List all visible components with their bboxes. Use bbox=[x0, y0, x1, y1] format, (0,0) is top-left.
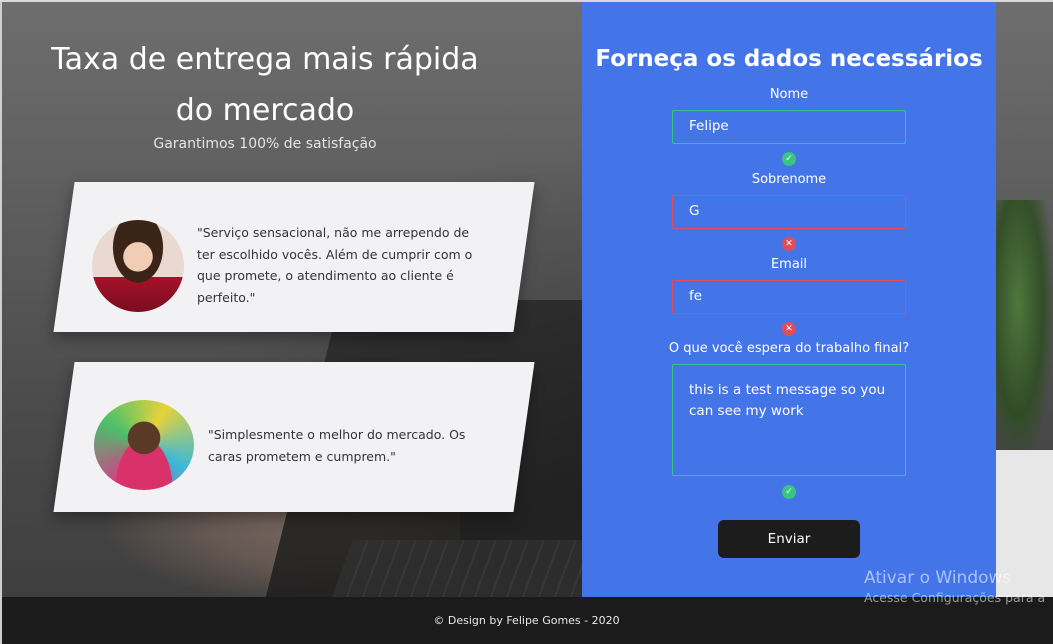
windows-activation-watermark: Ativar o Windows Acesse Configurações pa… bbox=[864, 568, 1045, 605]
footer-credit: © Design by Felipe Gomes - 2020 bbox=[433, 614, 620, 627]
last-name-input[interactable]: G bbox=[672, 195, 906, 229]
x-circle-icon: ✕ bbox=[782, 322, 796, 336]
expectation-label: O que você espera do trabalho final? bbox=[668, 341, 910, 356]
testimonial-card: "Simplesmente o melhor do mercado. Os ca… bbox=[53, 362, 535, 512]
form-title: Forneça os dados necessários bbox=[595, 46, 983, 72]
check-circle-icon: ✓ bbox=[782, 152, 796, 166]
watermark-subtitle: Acesse Configurações para a bbox=[864, 590, 1046, 605]
testimonial-card: "Serviço sensacional, não me arrependo d… bbox=[53, 182, 535, 332]
check-circle-icon: ✓ bbox=[782, 485, 796, 499]
first-name-label: Nome bbox=[769, 87, 809, 102]
window-border bbox=[0, 0, 1053, 2]
testimonial-quote: "Serviço sensacional, não me arrependo d… bbox=[197, 225, 473, 305]
first-name-input[interactable]: Felipe bbox=[672, 110, 906, 144]
avatar bbox=[92, 220, 184, 312]
email-input[interactable]: fe bbox=[672, 280, 906, 314]
hero-title: Taxa de entrega mais rápida do mercado bbox=[51, 42, 479, 128]
window-border bbox=[0, 0, 2, 644]
expectation-textarea[interactable]: this is a test message so you can see my… bbox=[672, 364, 906, 476]
email-label: Email bbox=[770, 257, 808, 272]
hero-subtitle: Garantimos 100% de satisfação bbox=[153, 136, 377, 152]
x-circle-icon: ✕ bbox=[782, 237, 796, 251]
testimonial-quote: "Simplesmente o melhor do mercado. Os ca… bbox=[208, 427, 466, 464]
avatar bbox=[94, 400, 194, 490]
last-name-label: Sobrenome bbox=[751, 172, 827, 187]
submit-button[interactable]: Enviar bbox=[718, 520, 860, 558]
watermark-title: Ativar o Windows bbox=[864, 568, 1012, 588]
contact-form: Forneça os dados necessários Nome Felipe… bbox=[582, 2, 996, 597]
